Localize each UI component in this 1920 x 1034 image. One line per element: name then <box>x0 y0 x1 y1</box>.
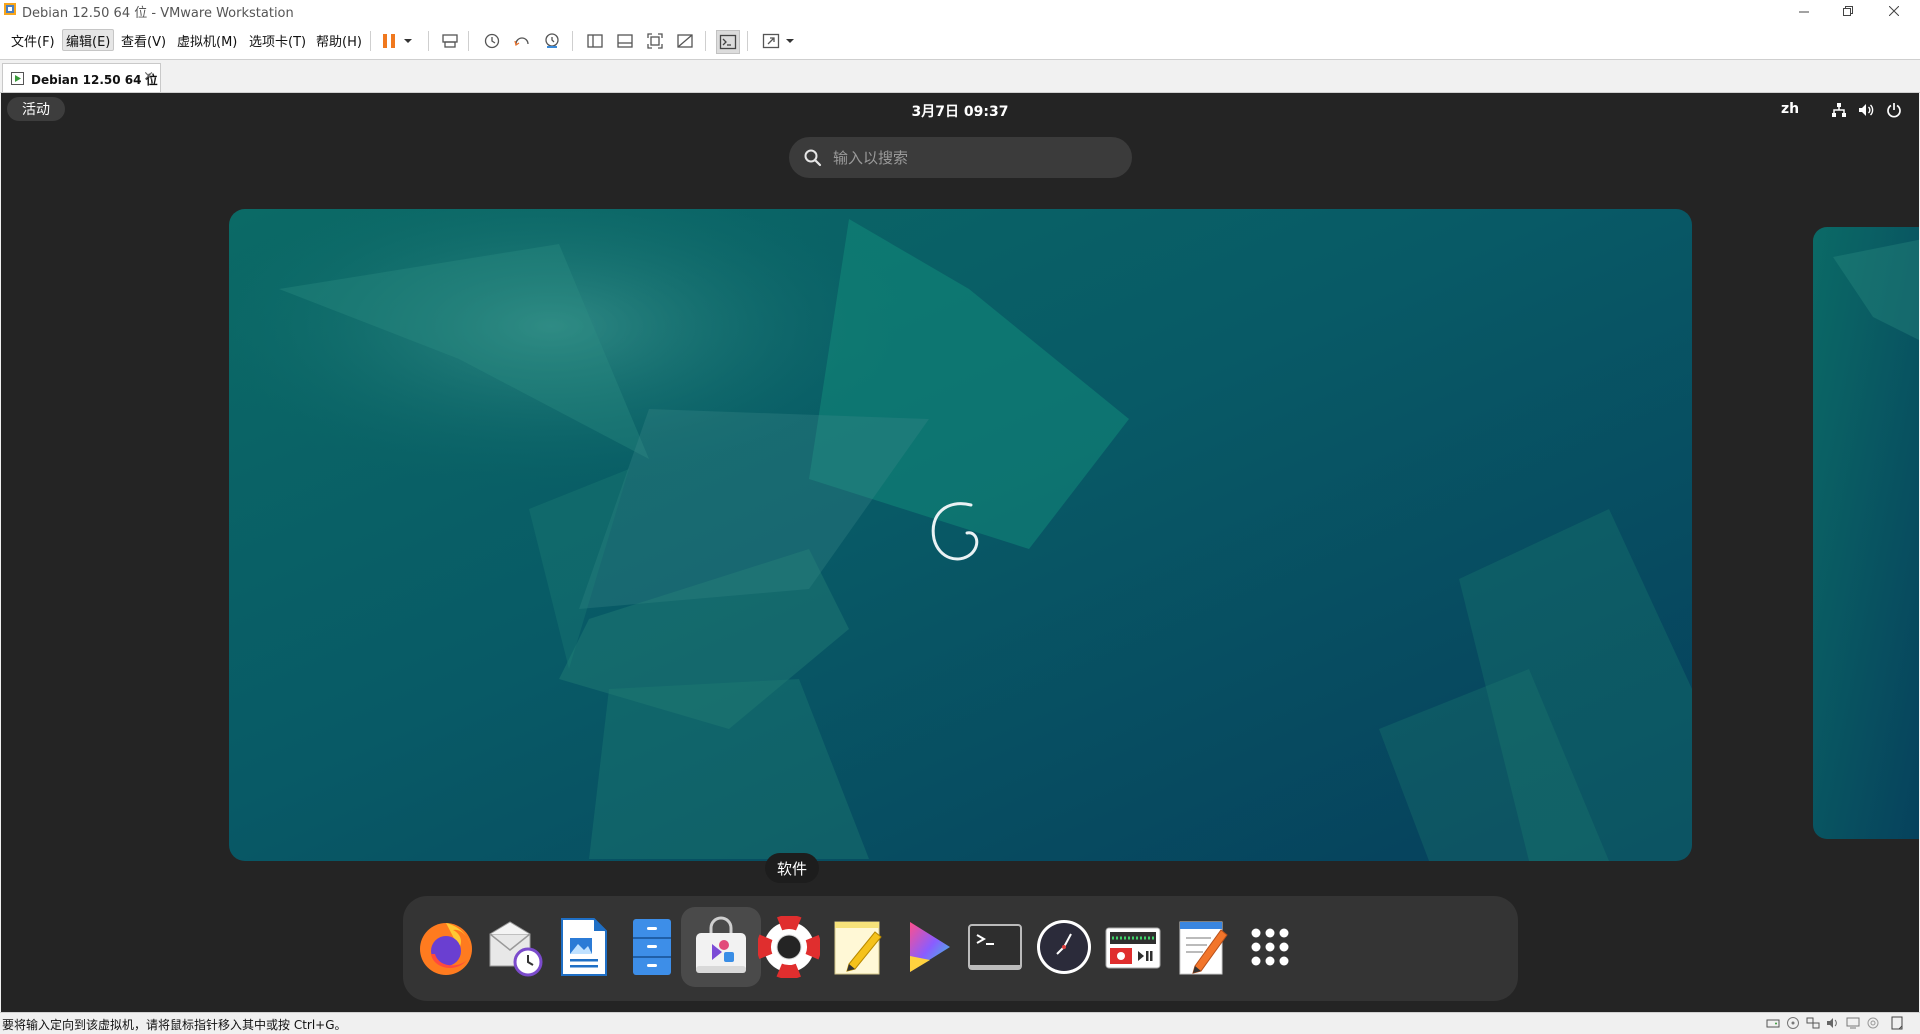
cd-drive-icon[interactable] <box>1786 1016 1800 1030</box>
snapshot-clock-icon <box>484 33 500 49</box>
keyboard-send-icon <box>442 34 458 48</box>
chevron-down-icon <box>786 39 794 43</box>
toolbar-separator <box>428 31 429 51</box>
tab-debian-vm[interactable]: Debian 12.50 64 位 × <box>2 63 161 92</box>
pause-button[interactable] <box>378 30 400 52</box>
fullscreen-button[interactable] <box>644 30 666 52</box>
menu-tabs[interactable]: 选项卡(T) <box>246 30 309 50</box>
stretch-icon <box>762 33 780 49</box>
menu-help[interactable]: 帮助(H) <box>313 30 365 50</box>
restore-icon <box>1843 5 1853 16</box>
restore-button[interactable] <box>1826 0 1870 21</box>
library-view-button[interactable] <box>584 30 606 52</box>
menu-bar: 文件(F) 编辑(E) 查看(V) 虚拟机(M) 选项卡(T) 帮助(H) <box>0 21 1920 60</box>
search-input[interactable] <box>831 143 1115 173</box>
minimize-button[interactable] <box>1782 0 1826 21</box>
input-language-indicator[interactable]: zh <box>1781 101 1799 117</box>
usb-icon[interactable] <box>1866 1016 1880 1030</box>
workspace-thumbnail[interactable] <box>229 209 1692 861</box>
tab-strip: Debian 12.50 64 位 × <box>0 60 1920 93</box>
stretch-dropdown-button[interactable] <box>783 30 797 52</box>
revert-snapshot-icon <box>514 37 529 47</box>
power-dropdown-button[interactable] <box>401 30 415 52</box>
toolbar-separator <box>747 31 748 51</box>
writer-icon[interactable] <box>543 907 623 987</box>
display-icon[interactable] <box>1846 1016 1860 1030</box>
guest-display[interactable]: 活动 3月7日 09:37 zh 输入以搜索 软件 <box>1 93 1919 1012</box>
sound-card-icon[interactable] <box>1826 1016 1840 1030</box>
firefox-icon[interactable] <box>406 907 486 987</box>
title-bar: Debian 12.50 64 位 - VMware Workstation <box>0 0 1920 21</box>
bottom-panel-layout-icon <box>617 34 633 48</box>
volume-icon[interactable] <box>1857 101 1875 119</box>
vmware-app-icon <box>4 3 16 15</box>
terminal-icon[interactable] <box>955 907 1035 987</box>
dock-tooltip: 软件 <box>765 853 819 883</box>
power-icon[interactable] <box>1885 101 1903 119</box>
search-icon <box>804 149 822 167</box>
status-bar: 要将输入定向到该虚拟机，请将鼠标指针移入其中或按 Ctrl+G。 <box>0 1012 1920 1034</box>
toolbar-separator <box>370 31 371 51</box>
clock-icon[interactable] <box>1024 907 1104 987</box>
network-icon[interactable] <box>1830 101 1848 119</box>
hard-disk-icon[interactable] <box>1766 1016 1780 1030</box>
snapshot-button[interactable] <box>481 30 503 52</box>
files-icon[interactable] <box>612 907 692 987</box>
chevron-down-icon <box>404 39 412 43</box>
minimize-icon <box>1799 11 1809 12</box>
recorder-icon[interactable] <box>1093 907 1173 987</box>
close-icon <box>1889 5 1899 16</box>
pause-icon <box>383 34 395 48</box>
gnome-top-bar: 活动 3月7日 09:37 zh <box>1 93 1919 127</box>
fullscreen-icon <box>647 33 663 49</box>
app-grid-icon[interactable] <box>1230 907 1310 987</box>
overview-search[interactable] <box>789 137 1132 178</box>
status-message: 要将输入定向到该虚拟机，请将鼠标指针移入其中或按 Ctrl+G。 <box>2 1018 347 1032</box>
tab-label: Debian 12.50 64 位 <box>31 73 158 87</box>
snapshot-manager-icon <box>545 33 559 48</box>
toolbar-separator <box>468 31 469 51</box>
vm-tab-icon <box>11 72 24 85</box>
thumbnail-view-button[interactable] <box>614 30 636 52</box>
toolbar-separator <box>705 31 706 51</box>
stretch-guest-button[interactable] <box>760 30 782 52</box>
console-icon <box>719 34 737 50</box>
next-workspace-thumbnail[interactable] <box>1813 227 1919 839</box>
close-button[interactable] <box>1872 0 1916 21</box>
toolbar-separator <box>572 31 573 51</box>
debian-wallpaper <box>229 209 1692 861</box>
network-adapter-icon[interactable] <box>1806 1016 1820 1030</box>
snapshot-manager-button[interactable] <box>541 30 563 52</box>
sidebar-layout-icon <box>587 34 603 48</box>
revert-snapshot-button[interactable] <box>511 30 533 52</box>
console-view-button[interactable] <box>716 30 740 54</box>
menu-view[interactable]: 查看(V) <box>118 30 169 50</box>
window-title: Debian 12.50 64 位 - VMware Workstation <box>22 6 294 21</box>
dash-dock <box>403 896 1518 1001</box>
send-ctrl-alt-del-button[interactable] <box>439 30 461 52</box>
debian-wallpaper-preview <box>1813 227 1919 839</box>
notes-icon[interactable] <box>818 907 898 987</box>
unity-mode-icon <box>677 34 693 48</box>
menu-edit[interactable]: 编辑(E) <box>62 29 115 51</box>
tab-close-icon[interactable]: × <box>143 69 154 84</box>
help-lifebuoy-icon[interactable] <box>749 907 829 987</box>
menu-vm[interactable]: 虚拟机(M) <box>174 30 240 50</box>
clock-label[interactable]: 3月7日 09:37 <box>1 101 1919 121</box>
menu-file[interactable]: 文件(F) <box>8 30 58 50</box>
message-log-icon[interactable] <box>1890 1016 1904 1030</box>
unity-mode-button[interactable] <box>674 30 696 52</box>
